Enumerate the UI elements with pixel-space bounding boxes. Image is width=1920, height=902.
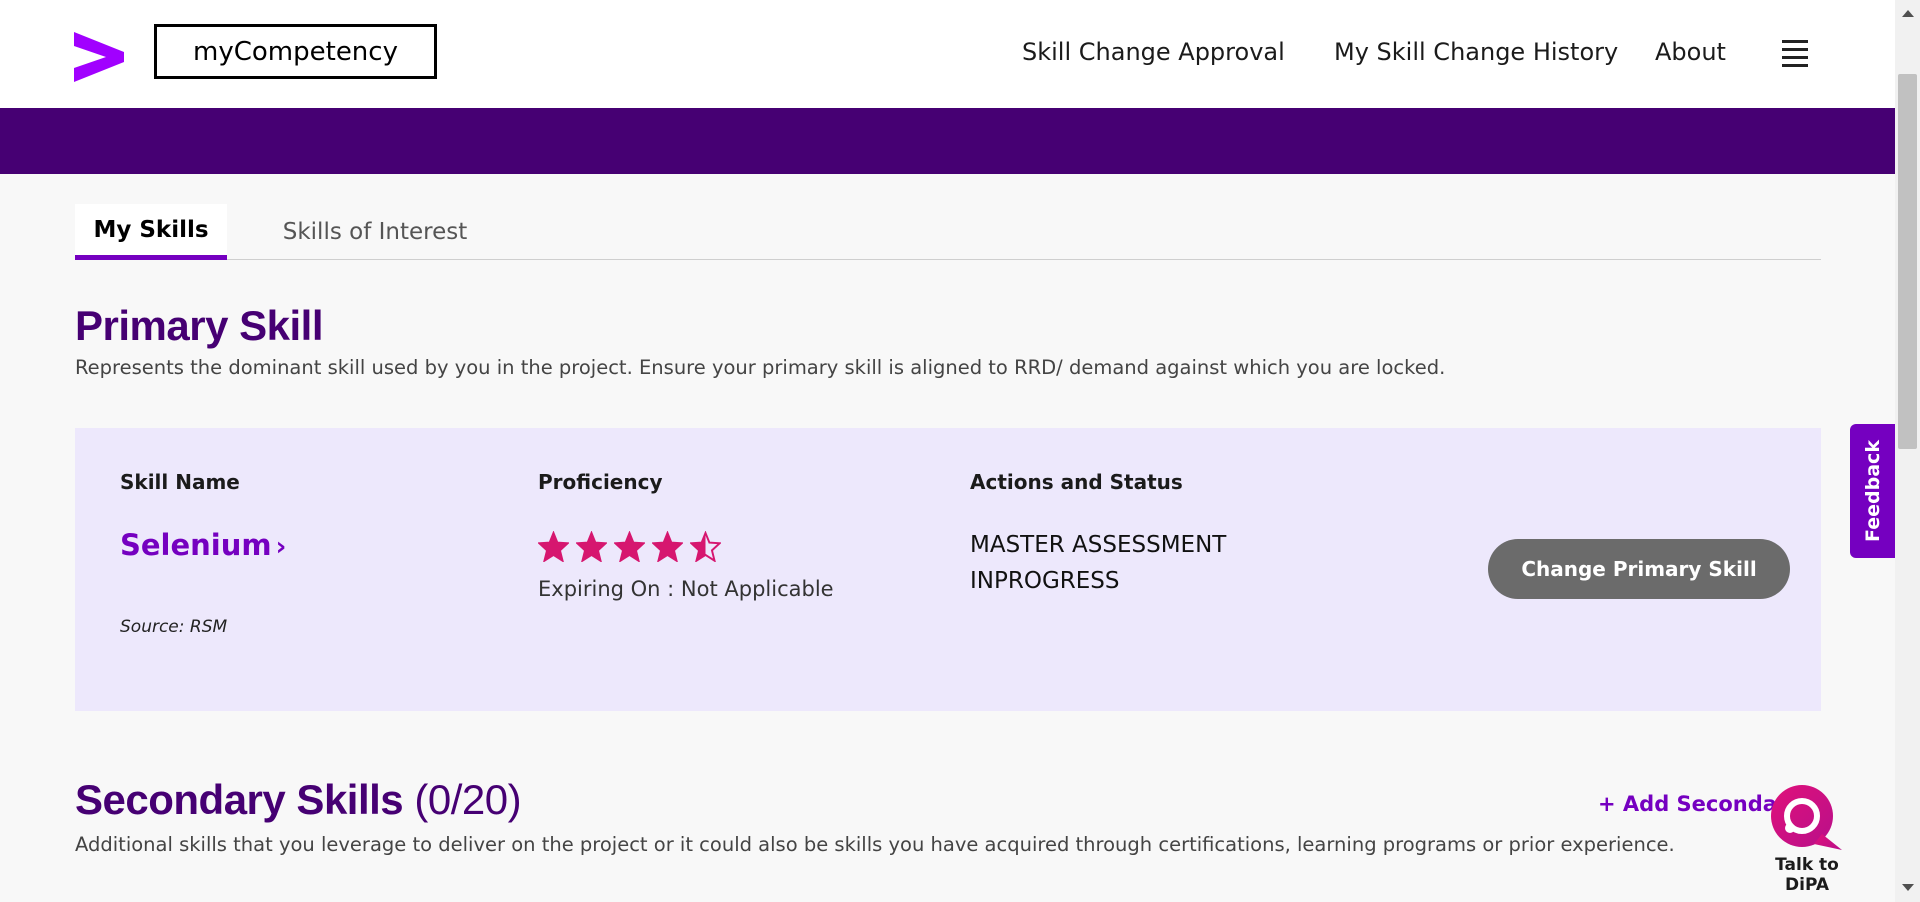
scroll-down-arrow-icon[interactable] [1902, 884, 1914, 891]
change-primary-skill-button[interactable]: Change Primary Skill [1488, 539, 1790, 599]
nav-my-skill-change-history[interactable]: My Skill Change History [1334, 38, 1618, 66]
hamburger-menu-icon[interactable] [1782, 40, 1808, 67]
nav-about[interactable]: About [1655, 38, 1726, 66]
secondary-skills-description: Additional skills that you leverage to d… [75, 833, 1675, 856]
secondary-skills-count: (0/20) [414, 776, 522, 823]
purple-banner [0, 108, 1895, 174]
star-icon [690, 531, 721, 562]
brand-title[interactable]: myCompetency [154, 24, 437, 79]
top-header: myCompetency Skill Change Approval My Sk… [0, 0, 1895, 108]
skill-name-text: Selenium [120, 528, 272, 562]
menu-bar [1782, 48, 1808, 51]
proficiency-rating [538, 531, 721, 562]
status-line-1: MASTER ASSESSMENT [970, 532, 1227, 558]
star-icon [538, 531, 569, 562]
primary-skill-description: Represents the dominant skill used by yo… [75, 356, 1446, 379]
scrollbar-thumb[interactable] [1898, 74, 1917, 449]
primary-skill-link[interactable]: Selenium › [120, 528, 286, 562]
chat-assistant-icon [1771, 785, 1842, 850]
tab-my-skills[interactable]: My Skills [75, 204, 227, 260]
status-line-2: INPROGRESS [970, 568, 1120, 594]
skill-name-header: Skill Name [120, 470, 240, 494]
nav-skill-change-approval[interactable]: Skill Change Approval [1022, 38, 1285, 66]
feedback-label: Feedback [1861, 440, 1884, 542]
secondary-skills-heading: Secondary Skills (0/20) [75, 776, 522, 824]
accenture-logo-icon[interactable] [74, 32, 124, 82]
menu-bar [1782, 64, 1808, 67]
assessment-status: MASTER ASSESSMENT INPROGRESS [970, 527, 1226, 599]
star-icon [652, 531, 683, 562]
dipa-label: Talk to DiPA [1775, 855, 1839, 895]
menu-bar [1782, 40, 1808, 43]
expiry-text: Expiring On : Not Applicable [538, 577, 834, 601]
chevron-right-icon: › [275, 532, 287, 562]
talk-to-dipa-widget[interactable]: Talk to DiPA [1752, 780, 1862, 895]
feedback-tab[interactable]: Feedback [1850, 424, 1895, 558]
skills-tabs: My Skills Skills of Interest [75, 204, 1821, 260]
primary-skill-heading: Primary Skill [75, 302, 323, 349]
proficiency-header: Proficiency [538, 470, 663, 494]
star-icon [614, 531, 645, 562]
secondary-skills-title: Secondary Skills [75, 776, 404, 823]
skill-source: Source: RSM [120, 617, 228, 637]
menu-bar [1782, 56, 1808, 59]
star-icon [576, 531, 607, 562]
actions-status-header: Actions and Status [970, 470, 1183, 494]
tab-skills-of-interest[interactable]: Skills of Interest [265, 204, 485, 260]
scroll-up-arrow-icon[interactable] [1902, 10, 1914, 17]
